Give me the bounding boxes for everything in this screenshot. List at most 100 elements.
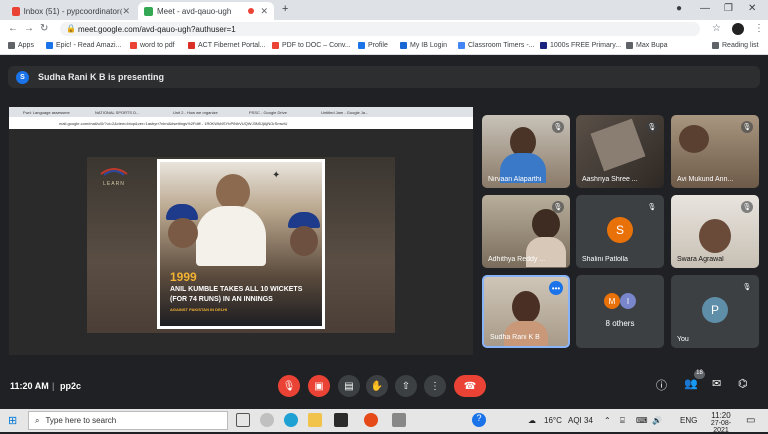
participant-name: Adhithya Reddy ... — [488, 256, 546, 263]
mic-off-icon: 🎙 — [741, 281, 753, 293]
bookmark-apps[interactable]: Apps — [8, 42, 34, 49]
shared-tab: NATIONAL SPORTS D... — [95, 110, 140, 115]
participant-tile[interactable]: 🎙 Avi Mukund Ann... — [671, 115, 759, 188]
participant-tile[interactable]: 🎙 Aashriya Shree ... — [576, 115, 664, 188]
bookmark-label: Profile — [368, 42, 388, 49]
maximize-icon[interactable]: ❐ — [724, 3, 733, 14]
tray-chevron-icon[interactable]: ⌃ — [604, 416, 611, 425]
tab-gmail-label: Inbox (51) - pypcoordinator@th... — [23, 6, 123, 16]
bookmark-pdf-to-doc[interactable]: PDF to DOC – Conv... — [272, 42, 351, 49]
chrome-icon[interactable] — [364, 413, 378, 427]
globe-icon — [626, 42, 633, 49]
participant-tile[interactable]: S 🎙 Shalini Patlolla — [576, 195, 664, 268]
participant-video — [699, 219, 731, 253]
slide-subline: AGAINST PAKISTAN IN DELHI — [170, 307, 228, 312]
bookmark-ib-login[interactable]: My IB Login — [400, 42, 447, 49]
bookmark-label: Max Bupa — [636, 42, 668, 49]
others-tile[interactable]: M I 8 others — [576, 275, 664, 348]
task-view-icon[interactable] — [236, 413, 250, 427]
shared-tab: Untitled Jam - Google Ja... — [321, 110, 369, 115]
url-text: meet.google.com/avd-qauo-ugh?authuser=1 — [78, 24, 236, 34]
others-count: 8 others — [605, 319, 635, 328]
participant-tile[interactable]: 🎙 Adhithya Reddy ... — [482, 195, 570, 268]
tab-gmail[interactable]: Inbox (51) - pypcoordinator@th... ✕ — [6, 2, 136, 20]
file-explorer-icon[interactable] — [308, 413, 322, 427]
chat-icon[interactable]: ✉ — [712, 377, 721, 390]
shared-url: mail.google.com/mail/u/0/?ui=2&view=btop… — [59, 121, 288, 126]
reading-list[interactable]: Reading list — [712, 42, 759, 49]
self-tile[interactable]: P 🎙 You — [671, 275, 759, 348]
close-window-icon[interactable]: ✕ — [748, 3, 756, 14]
camera-off-icon: ▣ — [314, 380, 324, 392]
volume-icon[interactable]: 🔊 — [652, 416, 662, 425]
bookmark-act-fibernet[interactable]: ACT Fibernet Portal... — [188, 42, 266, 49]
help-icon[interactable]: ? — [472, 413, 486, 427]
star-icon[interactable]: ☆ — [712, 23, 721, 34]
captions-icon: ▤ — [344, 380, 354, 392]
sb-icon — [540, 42, 547, 49]
participant-tile[interactable]: 🎙 Nirvaan Alaparthi — [482, 115, 570, 188]
bookmark-free-primary[interactable]: 1000s FREE Primary... — [540, 42, 621, 49]
raise-hand-button[interactable]: ✋ — [366, 375, 388, 397]
ib-icon — [400, 42, 407, 49]
reload-icon[interactable]: ↻ — [40, 23, 48, 34]
leave-call-button[interactable]: ☎ — [454, 375, 486, 397]
weather-aqi: AQI 34 — [568, 416, 593, 425]
app-icon[interactable] — [392, 413, 406, 427]
divider: | — [52, 381, 55, 391]
mic-off-icon: 🎙 — [552, 201, 564, 213]
participant-tile-presenter[interactable]: ••• Sudha Rani K B — [482, 275, 570, 348]
app-icon[interactable] — [334, 413, 348, 427]
presentation-screen[interactable]: Fwd: Language assessme NATIONAL SPORTS D… — [9, 107, 473, 355]
mic-toggle-button[interactable]: 🎙 — [278, 375, 300, 397]
mic-off-icon: 🎙 — [741, 201, 753, 213]
captions-button[interactable]: ▤ — [338, 375, 360, 397]
player-shirt — [196, 206, 266, 266]
keyboard-icon[interactable]: ⌨ — [636, 416, 648, 425]
bookmark-label: Apps — [18, 42, 34, 49]
people-button[interactable]: 👥 — [684, 377, 698, 390]
bookmark-word-to-pdf[interactable]: word to pdf — [130, 42, 175, 49]
timer-icon — [458, 42, 465, 49]
bookmark-label: PDF to DOC – Conv... — [282, 42, 351, 49]
media-icon[interactable]: ● — [676, 3, 682, 14]
edge-icon[interactable] — [284, 413, 298, 427]
bookmark-max-bupa[interactable]: Max Bupa — [626, 42, 668, 49]
participant-name: Sudha Rani K B — [490, 334, 540, 341]
mic-off-icon: 🎙 — [282, 380, 296, 392]
camera-toggle-button[interactable]: ▣ — [308, 375, 330, 397]
forward-icon[interactable]: → — [24, 23, 34, 34]
bookmark-label: Epic! - Read Amazi... — [56, 42, 122, 49]
mic-off-icon: 🎙 — [646, 121, 658, 133]
menu-icon[interactable]: ⋮ — [754, 23, 764, 34]
profile-avatar[interactable] — [732, 23, 744, 35]
bookmark-profile[interactable]: Profile — [358, 42, 388, 49]
info-icon[interactable]: ⓘ — [656, 377, 667, 393]
language-indicator[interactable]: ENG — [680, 416, 697, 425]
more-options-button[interactable]: ⋮ — [424, 375, 446, 397]
network-icon[interactable]: ⌸ — [620, 416, 625, 426]
bookmark-classroom-timers[interactable]: Classroom Timers -... — [458, 42, 535, 49]
back-icon[interactable]: ← — [8, 23, 18, 34]
windows-start-icon[interactable]: ⊞ — [8, 414, 17, 427]
notifications-icon[interactable]: ▭ — [746, 415, 755, 426]
present-button[interactable]: ⇧ — [395, 375, 417, 397]
more-options-icon[interactable]: ••• — [549, 281, 563, 295]
participant-tile[interactable]: 🎙 Swara Agrawal — [671, 195, 759, 268]
close-icon[interactable]: ✕ — [260, 6, 268, 17]
participant-name: Aashriya Shree ... — [582, 176, 638, 183]
cortana-icon[interactable] — [260, 413, 274, 427]
participant-name: Swara Agrawal — [677, 256, 724, 263]
activities-icon[interactable]: ⌬ — [738, 377, 748, 390]
new-tab-button[interactable]: + — [282, 3, 288, 15]
minimize-icon[interactable]: — — [700, 3, 710, 14]
recording-dot-icon — [248, 8, 255, 14]
address-bar[interactable]: 🔒 meet.google.com/avd-qauo-ugh?authuser=… — [60, 22, 700, 36]
tab-meet[interactable]: Meet - avd-qauo-ugh ✕ — [138, 2, 274, 20]
clock[interactable]: 11:20 27-08-2021 — [704, 411, 738, 434]
taskbar-search[interactable]: ⌕ Type here to search — [28, 411, 228, 430]
close-icon[interactable]: ✕ — [122, 6, 130, 17]
weather-temp: 16°C — [544, 416, 562, 425]
bookmark-epic[interactable]: Epic! - Read Amazi... — [46, 42, 121, 49]
bookmark-label: word to pdf — [140, 42, 175, 49]
